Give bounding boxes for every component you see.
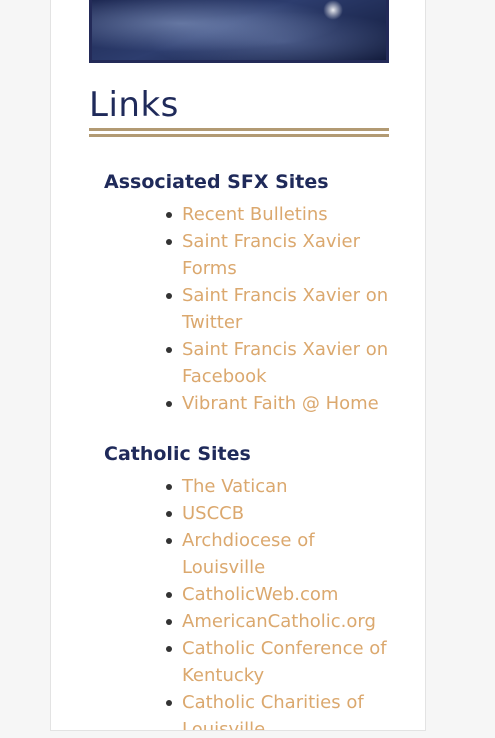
list-item: Saint Francis Xavier on Facebook [166, 336, 397, 390]
list-item: Recent Bulletins [166, 201, 397, 228]
associated-sfx-links-list: Recent Bulletins Saint Francis Xavier Fo… [166, 201, 397, 417]
list-item: The Vatican [166, 473, 397, 500]
link-sfx-twitter[interactable]: Saint Francis Xavier on Twitter [182, 285, 388, 333]
list-item: Vibrant Faith @ Home [166, 390, 397, 417]
sidebar-widget-card: Links Associated SFX Sites Recent Bullet… [50, 0, 426, 731]
list-item: CatholicWeb.com [166, 581, 397, 608]
link-catholicweb[interactable]: CatholicWeb.com [182, 584, 338, 605]
list-item: Archdiocese of Louisville [166, 527, 397, 581]
section-heading-catholic-sites: Catholic Sites [104, 443, 251, 465]
link-vibrant-faith[interactable]: Vibrant Faith @ Home [182, 393, 379, 414]
list-item: Catholic Conference of Kentucky [166, 635, 397, 689]
link-recent-bulletins[interactable]: Recent Bulletins [182, 204, 328, 225]
link-sfx-facebook[interactable]: Saint Francis Xavier on Facebook [182, 339, 388, 387]
link-the-vatican[interactable]: The Vatican [182, 476, 288, 497]
heading-double-rule [89, 128, 389, 137]
list-item: Saint Francis Xavier on Twitter [166, 282, 397, 336]
links-heading: Links [89, 85, 179, 125]
section-heading-associated-sfx-sites: Associated SFX Sites [104, 171, 329, 193]
link-americancatholic[interactable]: AmericanCatholic.org [182, 611, 376, 632]
link-sfx-forms[interactable]: Saint Francis Xavier Forms [182, 231, 360, 279]
list-item: Saint Francis Xavier Forms [166, 228, 397, 282]
link-usccb[interactable]: USCCB [182, 503, 244, 524]
banner-image [89, 0, 389, 63]
list-item: Catholic Charities of Louisville [166, 689, 397, 730]
list-item: AmericanCatholic.org [166, 608, 397, 635]
catholic-sites-links-list: The Vatican USCCB Archdiocese of Louisvi… [166, 473, 397, 730]
list-item: USCCB [166, 500, 397, 527]
link-archdiocese-louisville[interactable]: Archdiocese of Louisville [182, 530, 315, 578]
link-catholic-charities-louisville[interactable]: Catholic Charities of Louisville [182, 692, 364, 730]
link-catholic-conference-kentucky[interactable]: Catholic Conference of Kentucky [182, 638, 387, 686]
